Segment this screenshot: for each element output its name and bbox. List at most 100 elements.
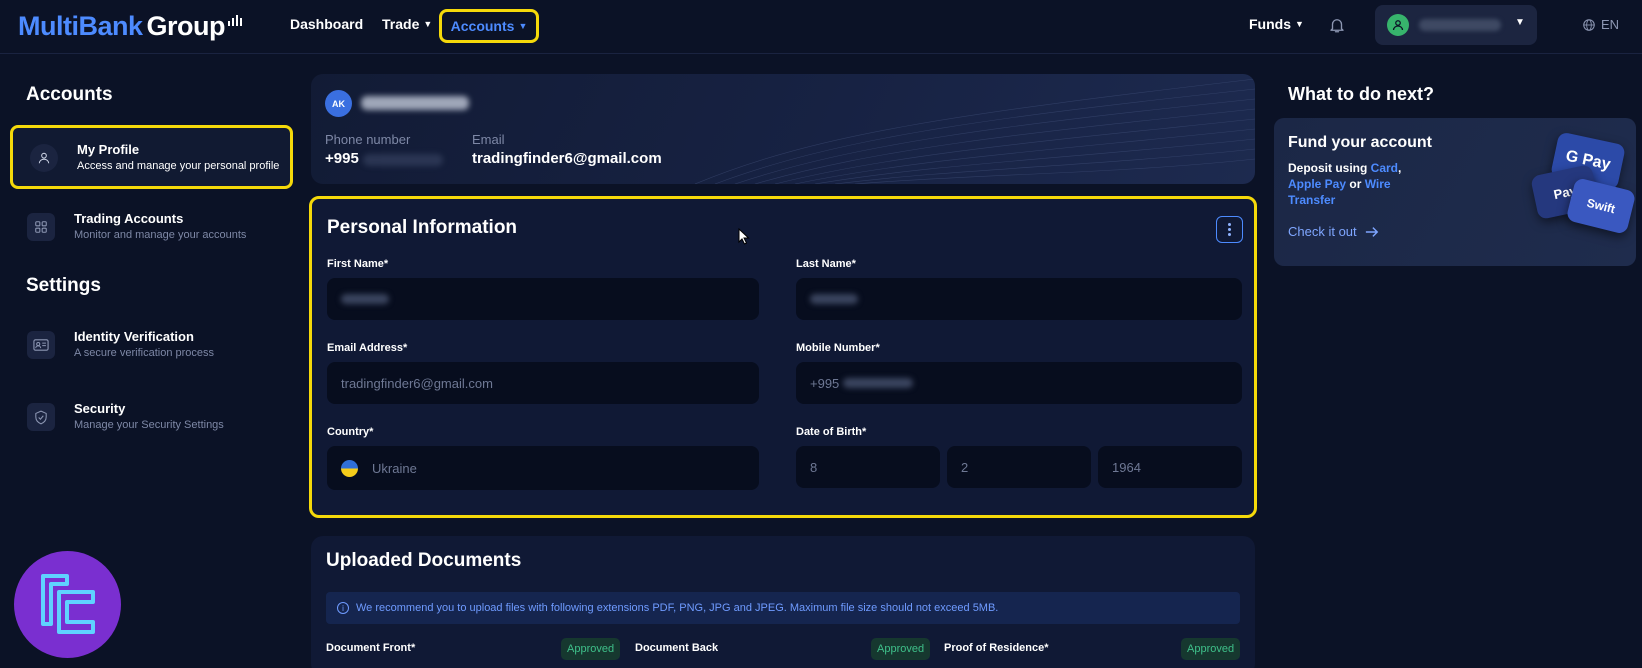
dob-month-value: 2: [961, 459, 969, 475]
first-name-field[interactable]: [327, 278, 759, 320]
upload-notice: i We recommend you to upload files with …: [326, 592, 1240, 624]
document-back-label: Document Back: [635, 642, 719, 654]
apple-pay-link[interactable]: Apple Pay: [1288, 177, 1346, 191]
user-avatar-icon: [1387, 14, 1409, 36]
dob-day-field[interactable]: 8: [796, 446, 940, 488]
email-label: Email: [472, 132, 505, 147]
proof-of-residence-label: Proof of Residence*: [944, 642, 1049, 654]
nav-trade-label: Trade: [382, 16, 420, 32]
language-selector[interactable]: EN: [1582, 17, 1619, 32]
sidebar-item-title: Trading Accounts: [74, 211, 184, 226]
last-name-redacted: [810, 294, 858, 304]
phone-redacted: [363, 154, 443, 166]
profile-summary-card: AK Phone number +995 Email tradingfinder…: [311, 74, 1255, 184]
tradingfinder-logo-icon: [40, 573, 95, 634]
language-label: EN: [1601, 17, 1620, 32]
personal-information-title: Personal Information: [327, 217, 518, 238]
multibank-logo[interactable]: MultiBank Group: [18, 8, 243, 42]
sidebar-item-subtitle: Access and manage your personal profile: [77, 160, 280, 172]
profile-initials-avatar: AK: [325, 90, 352, 117]
country-value: Ukraine: [372, 460, 417, 476]
swift-label: Swift: [1585, 195, 1617, 217]
user-name-redacted: [1419, 19, 1501, 31]
bell-icon[interactable]: [1328, 16, 1346, 34]
grid-icon: [27, 213, 55, 241]
email-address-field[interactable]: tradingfinder6@gmail.com: [327, 362, 759, 404]
first-name-redacted: [341, 294, 389, 304]
status-badge: Approved: [1181, 638, 1241, 660]
personal-information-card: Personal Information First Name* Last Na…: [309, 196, 1257, 518]
date-of-birth-label: Date of Birth*: [796, 426, 867, 438]
phone-value: +995: [325, 150, 359, 167]
profile-name-redacted: [361, 96, 469, 110]
user-menu[interactable]: ▼: [1375, 5, 1537, 45]
chevron-down-icon: ▼: [423, 19, 433, 29]
nav-dashboard-label: Dashboard: [290, 16, 364, 32]
nav-dashboard[interactable]: Dashboard: [290, 16, 363, 32]
nav-accounts-label: Accounts: [450, 18, 515, 34]
user-icon: [30, 144, 58, 172]
dob-year-field[interactable]: 1964: [1098, 446, 1242, 488]
wave-pattern-decoration: [695, 78, 1255, 184]
uploaded-documents-card: Uploaded Documents i We recommend you to…: [311, 536, 1255, 668]
mobile-number-redacted: [843, 378, 914, 388]
sidebar-settings-heading: Settings: [26, 275, 101, 296]
nav-trade[interactable]: Trade ▼: [382, 16, 432, 32]
info-icon: i: [337, 602, 349, 614]
last-name-field[interactable]: [796, 278, 1242, 320]
shield-icon: [27, 403, 55, 431]
sidebar-item-subtitle: Manage your Security Settings: [74, 419, 224, 431]
sidebar-item-my-profile[interactable]: My Profile Access and manage your person…: [10, 125, 293, 189]
nav-accounts[interactable]: Accounts ▼: [439, 9, 539, 43]
fund-desc-or: or: [1346, 177, 1365, 191]
sidebar-item-security[interactable]: Security Manage your Security Settings: [10, 387, 293, 451]
dob-month-field[interactable]: 2: [947, 446, 1091, 488]
what-to-do-next-heading: What to do next?: [1288, 84, 1434, 104]
sidebar-item-title: Security: [74, 401, 126, 416]
uploaded-documents-title: Uploaded Documents: [326, 550, 522, 571]
sidebar-item-identity-verification[interactable]: Identity Verification A secure verificat…: [10, 315, 293, 379]
top-navigation-bar: MultiBank Group Dashboard Trade ▼ Account…: [0, 0, 1642, 54]
fund-desc-comma: ,: [1398, 161, 1402, 175]
globe-icon: [1583, 18, 1595, 31]
status-badge: Approved: [561, 638, 621, 660]
first-name-label: First Name*: [327, 258, 389, 270]
sidebar-item-trading-accounts[interactable]: Trading Accounts Monitor and manage your…: [10, 197, 293, 261]
arrow-right-icon: [1365, 226, 1378, 237]
mobile-number-field[interactable]: +995: [796, 362, 1242, 404]
id-card-icon: [27, 331, 55, 359]
check-it-out-link[interactable]: Check it out: [1288, 224, 1379, 239]
chevron-down-icon: ▼: [518, 21, 528, 31]
mobile-number-value: +995: [810, 375, 840, 391]
country-field[interactable]: Ukraine: [327, 446, 759, 490]
sidebar-item-subtitle: A secure verification process: [74, 347, 215, 359]
sidebar-item-title: My Profile: [77, 142, 140, 157]
fund-account-card[interactable]: Fund your account Deposit using Card, Ap…: [1274, 118, 1636, 266]
logo-primary-text: MultiBank: [18, 11, 143, 41]
ukraine-flag-icon: [341, 459, 358, 477]
upload-notice-text: We recommend you to upload files with fo…: [356, 602, 999, 614]
sidebar-accounts-heading: Accounts: [26, 84, 113, 105]
dob-day-value: 8: [810, 459, 818, 475]
email-address-label: Email Address*: [327, 342, 408, 354]
nav-funds-label: Funds: [1249, 16, 1291, 32]
more-options-button[interactable]: [1216, 216, 1243, 243]
last-name-label: Last Name*: [796, 258, 856, 270]
mobile-number-label: Mobile Number*: [796, 342, 880, 354]
fund-account-title: Fund your account: [1288, 134, 1432, 151]
signal-bars-icon: [228, 15, 243, 26]
chevron-down-icon: ▼: [1515, 17, 1525, 28]
country-label: Country*: [327, 426, 374, 438]
phone-label: Phone number: [325, 132, 411, 147]
logo-secondary-text: Group: [146, 11, 226, 41]
watermark-logo: [14, 551, 121, 658]
fund-desc-prefix: Deposit using: [1288, 161, 1371, 175]
card-link[interactable]: Card: [1371, 161, 1398, 175]
email-value: tradingfinder6@gmail.com: [472, 150, 662, 167]
check-it-out-label: Check it out: [1288, 224, 1357, 239]
mouse-cursor-icon: [738, 228, 750, 245]
sidebar-item-subtitle: Monitor and manage your accounts: [74, 229, 247, 241]
email-address-value: tradingfinder6@gmail.com: [341, 375, 493, 391]
nav-funds[interactable]: Funds ▼: [1249, 16, 1304, 32]
sidebar-item-title: Identity Verification: [74, 329, 194, 344]
